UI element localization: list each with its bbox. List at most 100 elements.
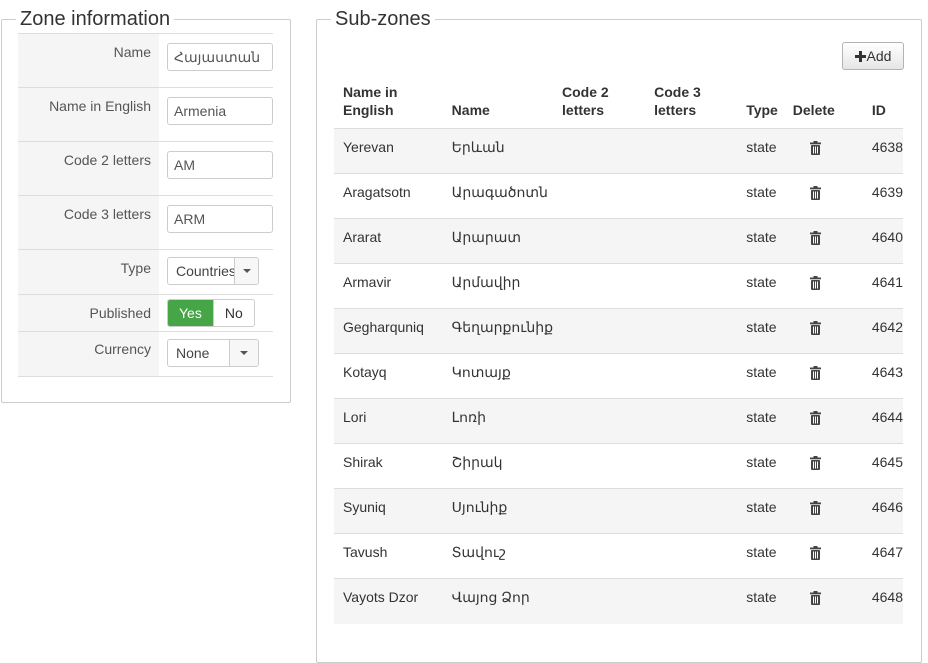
cell-delete [783, 488, 863, 534]
cell-id: 4639 [862, 173, 903, 219]
cell-delete [783, 353, 863, 399]
header-name-english[interactable]: Name in English [334, 83, 443, 129]
cell-code3 [645, 443, 738, 489]
trash-icon[interactable] [809, 591, 821, 608]
cell-name: Տավուշ [442, 533, 554, 579]
trash-icon[interactable] [809, 546, 821, 563]
cell-id: 4641 [862, 263, 903, 309]
cell-delete [783, 128, 863, 174]
cell-code2 [553, 533, 646, 579]
cell-name: Երևան [442, 128, 554, 174]
cell-name-english: Shirak [334, 443, 443, 489]
sub-zones-table: Name in English Name Code 2 letters Code 3… [334, 83, 903, 624]
cell-delete [783, 308, 863, 354]
code3-input[interactable] [167, 205, 273, 233]
cell-name-english: Syuniq [334, 488, 443, 534]
table-row: Ararat Արարատ state 4640 [334, 218, 903, 264]
code2-input[interactable] [167, 151, 273, 179]
cell-name-english: Kotayq [334, 353, 443, 399]
trash-icon[interactable] [809, 411, 821, 428]
cell-name-english: Aragatsotn [334, 173, 443, 219]
header-delete: Delete [792, 102, 835, 118]
table-header: Name in English Name Code 2 letters Code 3… [334, 83, 903, 129]
trash-icon[interactable] [809, 366, 821, 383]
name-input[interactable] [167, 43, 273, 71]
zone-form: Name Name in English Code 2 letters Code… [18, 33, 273, 377]
header-type[interactable]: Type [737, 83, 784, 129]
add-button[interactable]: Add [842, 42, 904, 70]
trash-icon[interactable] [809, 501, 821, 518]
add-button-label: Add [866, 48, 892, 64]
cell-type: state [737, 173, 784, 219]
header-code2[interactable]: Code 2 letters [553, 83, 645, 129]
cell-code3 [645, 353, 738, 399]
cell-id: 4640 [862, 218, 903, 264]
type-select[interactable]: Countries [167, 257, 259, 285]
currency-select-value: None [176, 345, 210, 361]
name-english-input[interactable] [167, 97, 273, 125]
trash-icon[interactable] [809, 186, 821, 203]
cell-code3 [645, 263, 738, 309]
cell-code2 [553, 353, 646, 399]
trash-icon[interactable] [809, 276, 821, 293]
published-row: Published Yes No [18, 294, 273, 332]
cell-type: state [737, 578, 784, 624]
cell-code2 [553, 218, 646, 264]
cell-type: state [737, 218, 784, 264]
cell-name: Լոռի [442, 398, 554, 444]
header-id[interactable]: ID [863, 83, 903, 129]
cell-delete [783, 263, 863, 309]
table-row: Kotayq Կոտայք state 4643 [334, 353, 903, 399]
cell-name: Վայոց Ձոր [442, 578, 554, 624]
type-select-value: Countries [176, 263, 235, 279]
trash-icon[interactable] [809, 456, 821, 473]
cell-name-english: Gegharquniq [334, 308, 443, 354]
cell-id: 4646 [862, 488, 903, 534]
cell-code2 [553, 263, 646, 309]
cell-name: Արարատ [442, 218, 554, 264]
table-row: Vayots Dzor Վայոց Ձոր state 4648 [334, 578, 903, 624]
cell-name-english: Vayots Dzor [334, 578, 443, 624]
cell-name: Արմավիր [442, 263, 554, 309]
cell-type: state [737, 398, 784, 444]
cell-name: Կոտայք [442, 353, 554, 399]
cell-name-english: Armavir [334, 263, 443, 309]
table-row: Gegharquniq Գեղարքունիք state 4642 [334, 308, 903, 354]
table-row: Aragatsotn Արագածոտն state 4639 [334, 173, 903, 219]
published-yes-button[interactable]: Yes [168, 300, 213, 326]
code2-row: Code 2 letters [18, 141, 273, 196]
cell-code3 [645, 308, 738, 354]
cell-id: 4645 [862, 443, 903, 489]
cell-delete [783, 218, 863, 264]
cell-type: state [737, 443, 784, 489]
published-label: Published [18, 294, 159, 332]
cell-code3 [645, 173, 738, 219]
trash-icon[interactable] [809, 141, 821, 158]
cell-name-english: Ararat [334, 218, 443, 264]
cell-type: state [737, 308, 784, 354]
header-code3[interactable]: Code 3 letters [645, 83, 737, 129]
cell-delete [783, 533, 863, 579]
name-english-row: Name in English [18, 87, 273, 142]
cell-id: 4644 [862, 398, 903, 444]
cell-name: Սյունիք [442, 488, 554, 534]
currency-select[interactable]: None [167, 339, 259, 367]
trash-icon[interactable] [809, 231, 821, 248]
cell-code3 [645, 398, 738, 444]
published-no-button[interactable]: No [212, 300, 254, 326]
header-name[interactable]: Name [443, 83, 553, 129]
cell-id: 4642 [862, 308, 903, 354]
cell-code3 [645, 128, 738, 174]
table-row: Tavush Տավուշ state 4647 [334, 533, 903, 579]
chevron-down-icon [234, 258, 258, 284]
code3-label: Code 3 letters [18, 195, 159, 250]
cell-code2 [553, 173, 646, 219]
cell-delete [783, 173, 863, 219]
table-row: Shirak Շիրակ state 4645 [334, 443, 903, 489]
table-row: Syuniq Սյունիք state 4646 [334, 488, 903, 534]
cell-code2 [553, 308, 646, 354]
cell-code2 [553, 443, 646, 489]
cell-code2 [553, 488, 646, 534]
trash-icon[interactable] [809, 321, 821, 338]
cell-delete [783, 578, 863, 624]
